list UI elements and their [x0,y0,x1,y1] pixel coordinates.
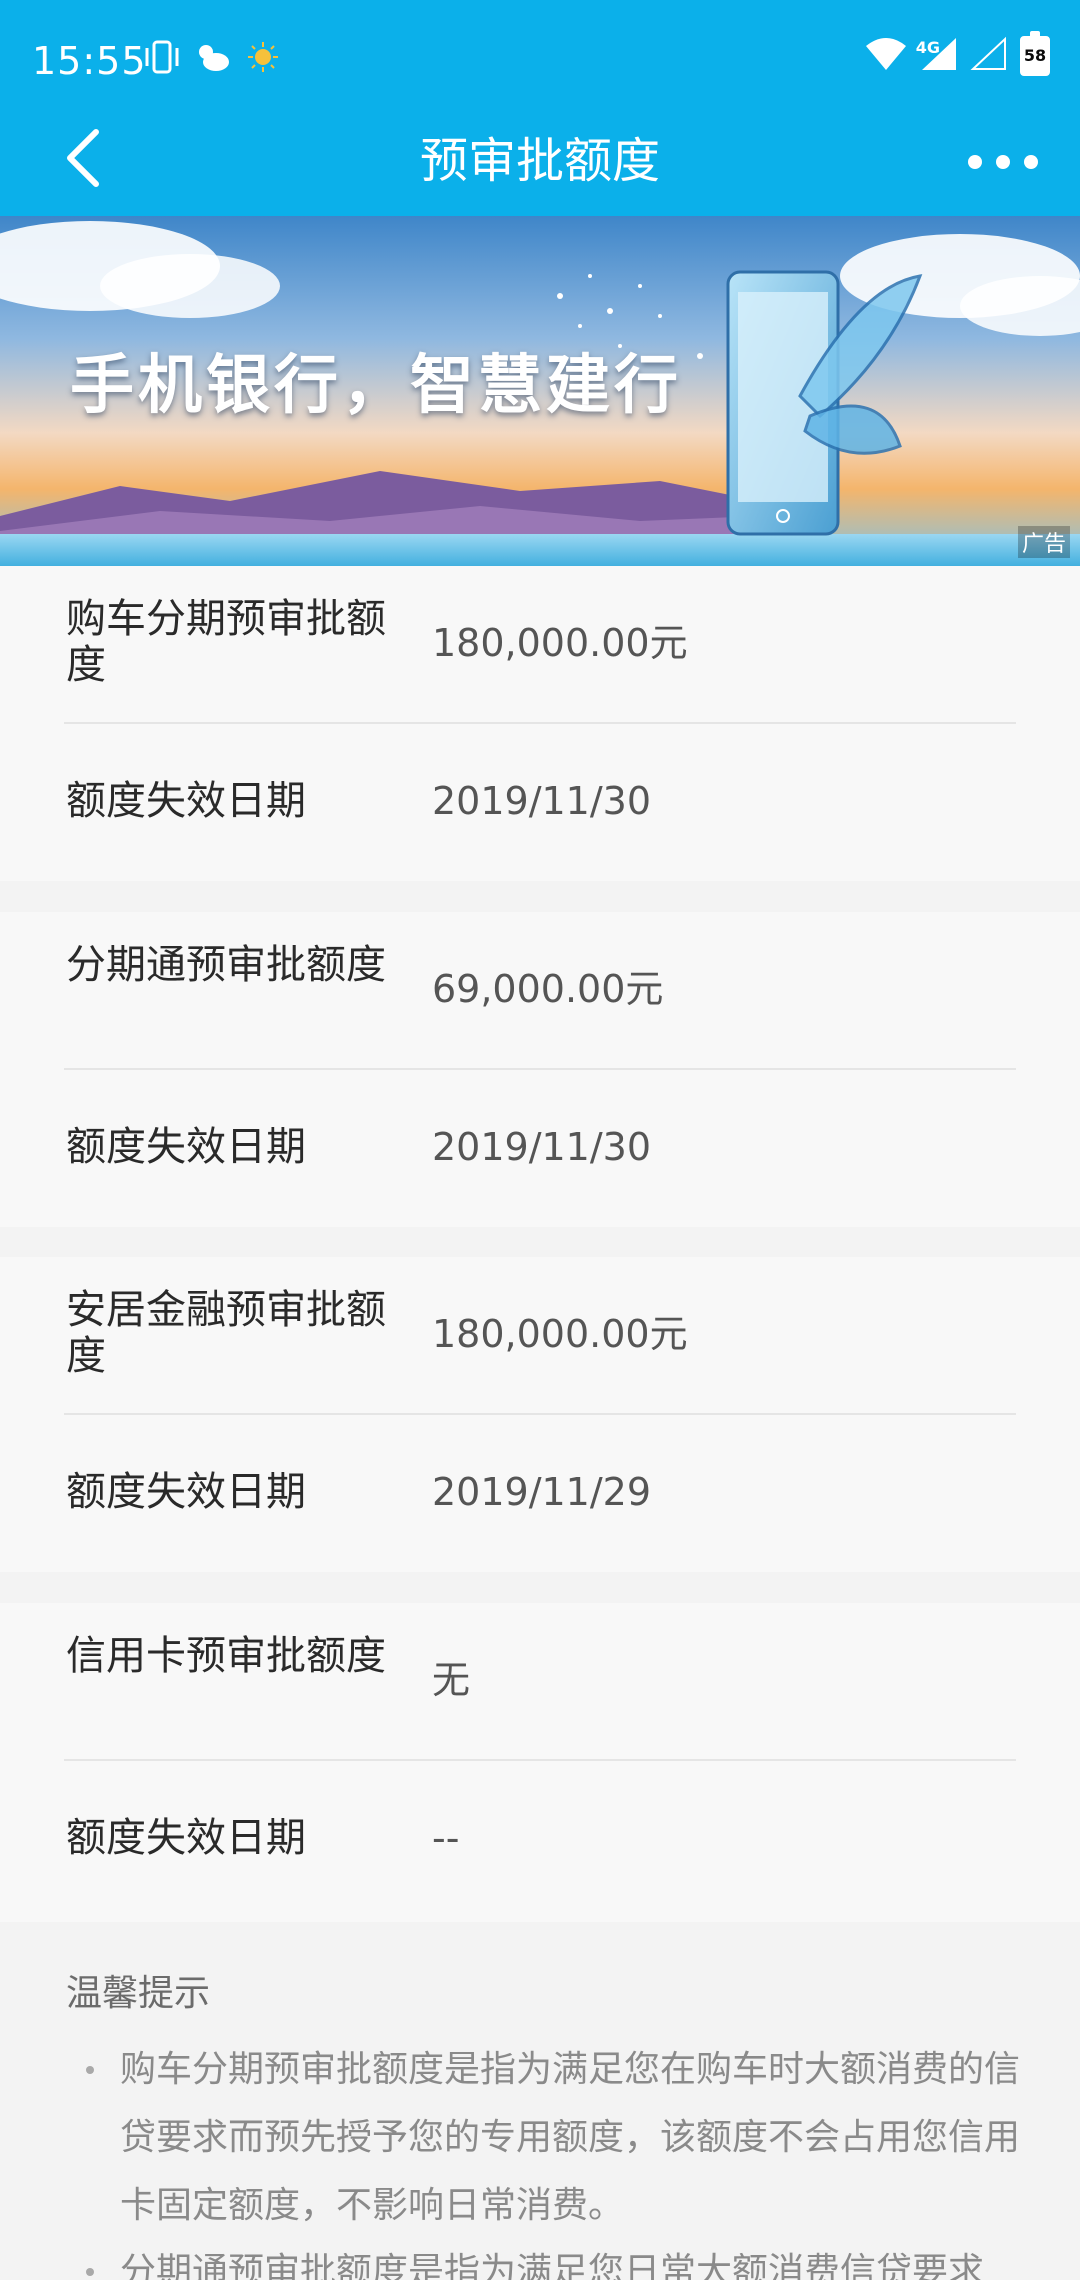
quota-value: 69,000.00元 [432,967,664,1011]
expiry-row: 额度失效日期 2019/11/30 [0,1070,1080,1227]
sun-icon [246,40,280,78]
page-title: 预审批额度 [419,133,660,189]
bullet-icon [86,2268,94,2276]
expiry-label: 额度失效日期 [66,1815,306,1861]
quota-value: 无 [432,1658,471,1702]
expiry-label: 额度失效日期 [66,1124,306,1170]
battery-icon: 58 [1020,31,1050,76]
expiry-label: 额度失效日期 [66,778,306,824]
tip-item: 购车分期预审批额度是指为满足您在购车时大额消费的信贷要求而预先授予您的专用额度，… [120,2049,1021,2226]
quota-row: 购车分期预审批额度 180,000.00元 [0,566,1080,722]
signal-empty-icon [970,36,1008,76]
quota-row: 信用卡预审批额度 无 [0,1603,1080,1759]
more-button[interactable] [968,132,1038,192]
expiry-value: 2019/11/30 [432,1125,652,1169]
quota-label: 分期通预审批额度 [66,942,386,988]
more-dot-icon [968,155,982,169]
quota-label: 安居金融预审批额度 [66,1287,386,1379]
status-icons-right: 58 [864,31,1050,76]
weather-cloud-icon [196,40,232,78]
vibrate-icon [142,40,182,78]
quota-value: 180,000.00元 [432,1312,688,1356]
quota-card-installment: 分期通预审批额度 69,000.00元 额度失效日期 2019/11/30 [0,912,1080,1227]
banner-slogan: 手机银行，智慧建行 [70,349,682,423]
tip-item: 分期通预审批额度是指为满足您日常大额消费信贷要求 [120,2251,985,2280]
expiry-value: 2019/11/29 [432,1470,652,1514]
status-icons-left [142,40,280,78]
expiry-row: 额度失效日期 2019/11/30 [0,724,1080,881]
expiry-row: 额度失效日期 -- [0,1761,1080,1922]
quota-card-home-finance: 安居金融预审批额度 180,000.00元 额度失效日期 2019/11/29 [0,1257,1080,1572]
more-dot-icon [1024,155,1038,169]
bullet-icon [86,2066,94,2074]
quota-card-credit-card: 信用卡预审批额度 无 额度失效日期 -- [0,1603,1080,1922]
quota-row: 安居金融预审批额度 180,000.00元 [0,1257,1080,1413]
expiry-value: 2019/11/30 [432,779,652,823]
ad-tag: 广告 [1017,526,1070,558]
tips-title: 温馨提示 [66,1973,211,2014]
expiry-label: 额度失效日期 [66,1469,306,1515]
quota-label: 购车分期预审批额度 [66,596,386,688]
quota-value: 180,000.00元 [432,621,688,665]
status-time: 15:55 [32,39,147,83]
more-dot-icon [996,155,1010,169]
signal-full-icon [920,36,958,76]
tips-section: 温馨提示 购车分期预审批额度是指为满足您在购车时大额消费的信贷要求而预先授予您的… [0,1922,1080,2280]
nav-bar: 预审批额度 [0,110,1080,216]
quota-label: 信用卡预审批额度 [66,1633,386,1679]
expiry-row: 额度失效日期 2019/11/29 [0,1415,1080,1572]
quota-row: 分期通预审批额度 69,000.00元 [0,912,1080,1068]
status-bar: 15:55 4G 58 [0,0,1080,110]
ad-banner[interactable]: 手机银行，智慧建行 广告 [0,216,1080,566]
top-bar: 15:55 4G 58 预审批额度 [0,0,1080,216]
wifi-icon [864,36,908,76]
quota-card-car-loan: 购车分期预审批额度 180,000.00元 额度失效日期 2019/11/30 [0,566,1080,881]
expiry-value: -- [432,1816,460,1860]
